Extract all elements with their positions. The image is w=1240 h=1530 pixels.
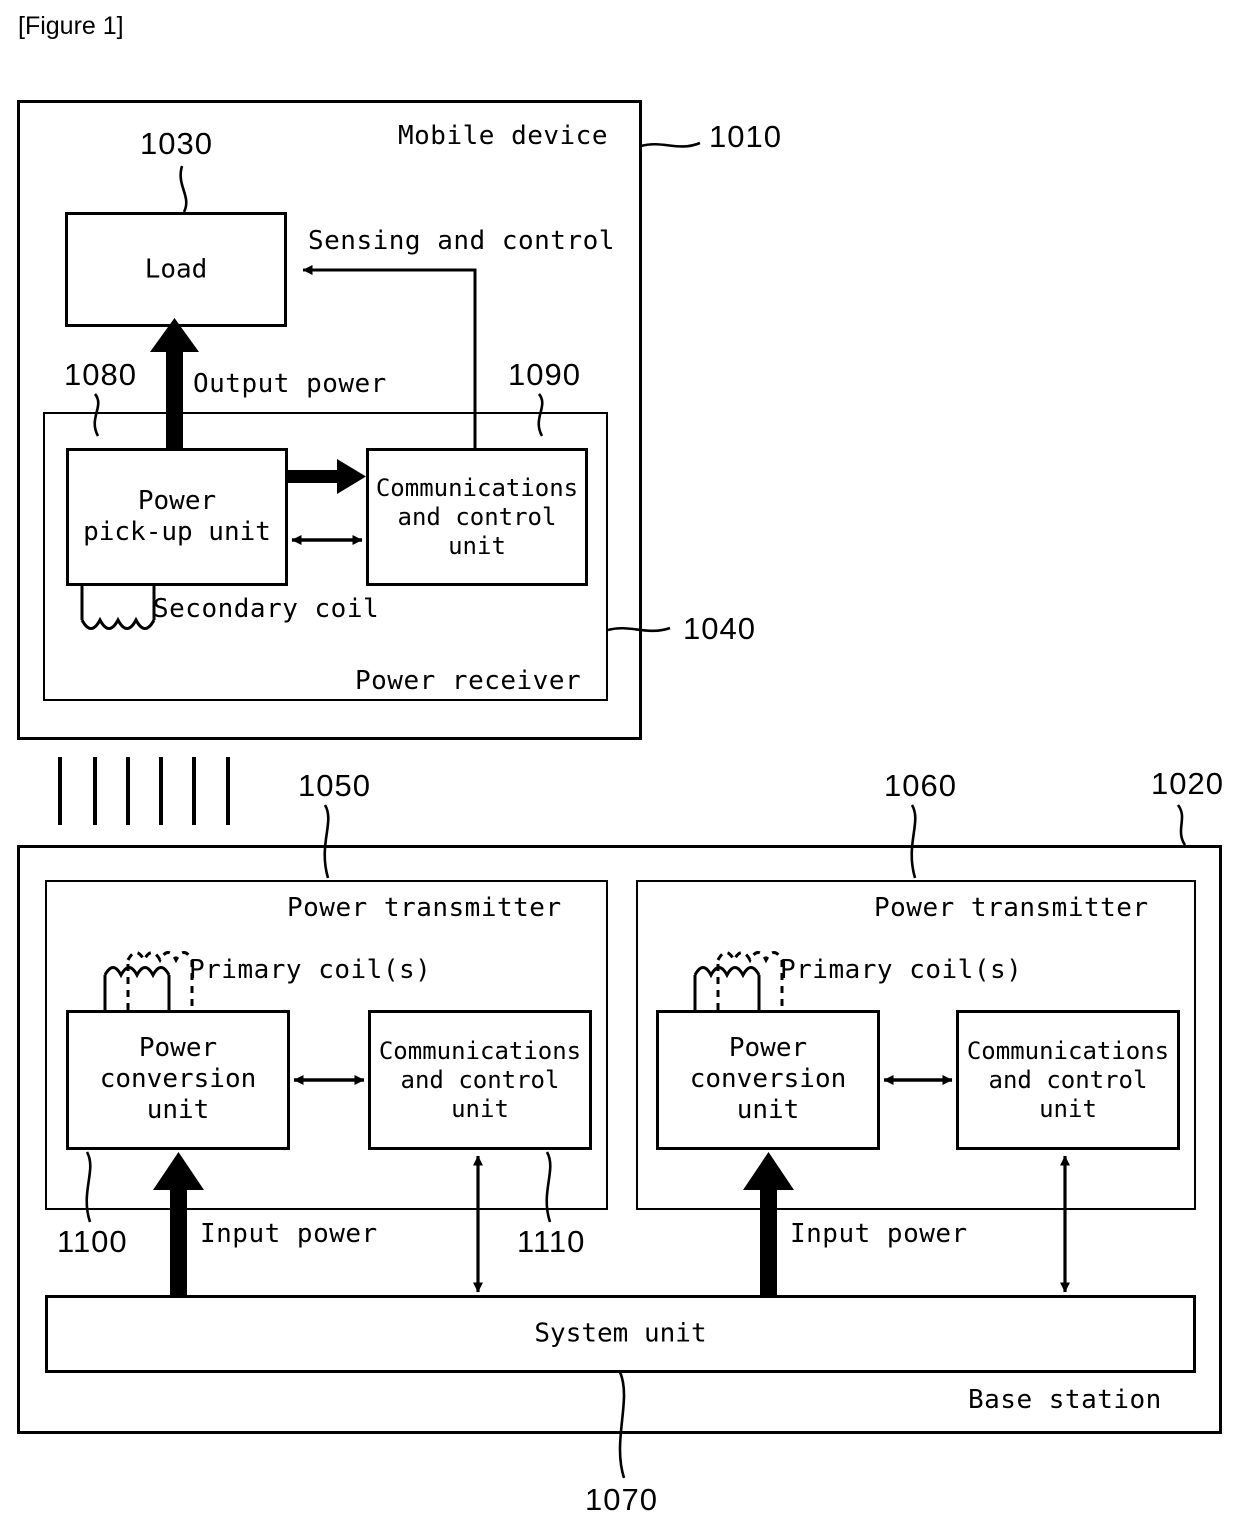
base-station-title: Base station bbox=[968, 1385, 1162, 1415]
power-conversion-unit-right-label: Power conversion unit bbox=[659, 1033, 877, 1127]
transmitter-left-communications-label: Communications and control unit bbox=[371, 1037, 589, 1123]
power-pickup-unit-line1: Power bbox=[137, 485, 217, 516]
secondary-coil-label: Secondary coil bbox=[153, 594, 380, 624]
transmitter-right-communications-unit-box: Communications and control unit bbox=[956, 1010, 1180, 1150]
primary-coil-right-label: Primary coil(s) bbox=[780, 955, 1023, 985]
separator-tick-2 bbox=[93, 757, 97, 825]
power-pickup-unit-label: Power pick-up unit bbox=[69, 486, 285, 548]
figure-title: [Figure 1] bbox=[18, 12, 124, 40]
load-label: Load bbox=[144, 253, 208, 284]
transmitter-left-comm-line1: Communications bbox=[378, 1036, 582, 1065]
transmitter-right-comm-line1: Communications bbox=[966, 1036, 1170, 1065]
ref-1080: 1080 bbox=[64, 357, 137, 392]
power-receiver-title: Power receiver bbox=[355, 666, 582, 696]
power-conversion-unit-left-box: Power conversion unit bbox=[66, 1010, 290, 1150]
power-conversion-unit-right-box: Power conversion unit bbox=[656, 1010, 880, 1150]
power-transmitter-right-title: Power transmitter bbox=[874, 893, 1149, 923]
sensing-and-control-label: Sensing and control bbox=[308, 226, 615, 256]
system-unit-label: System unit bbox=[534, 1318, 707, 1349]
ref-1020: 1020 bbox=[1151, 766, 1224, 801]
ref-1060: 1060 bbox=[884, 768, 957, 803]
ref-1100: 1100 bbox=[57, 1224, 128, 1259]
leader-line-1010 bbox=[640, 141, 701, 148]
transmitter-right-communications-label: Communications and control unit bbox=[959, 1037, 1177, 1123]
leader-line-1020 bbox=[1176, 804, 1187, 846]
transmitter-left-comm-line2: and control unit bbox=[400, 1065, 560, 1123]
power-conversion-right-line1: Power bbox=[728, 1033, 808, 1064]
power-pickup-unit-line2: pick-up unit bbox=[83, 517, 271, 547]
power-conversion-right-line2: conversion unit bbox=[689, 1064, 847, 1126]
separator-tick-5 bbox=[192, 757, 196, 825]
ref-1030: 1030 bbox=[140, 126, 213, 161]
ref-1040: 1040 bbox=[683, 611, 756, 646]
receiver-communications-line1: Communications bbox=[375, 473, 579, 502]
separator-tick-3 bbox=[126, 757, 130, 825]
system-unit-box: System unit bbox=[45, 1295, 1196, 1373]
separator-tick-1 bbox=[58, 757, 62, 825]
power-conversion-left-line1: Power bbox=[138, 1033, 218, 1064]
receiver-communications-unit-label: Communications and control unit bbox=[369, 474, 585, 560]
receiver-communications-unit-box: Communications and control unit bbox=[366, 448, 588, 586]
load-box: Load bbox=[65, 212, 287, 327]
receiver-communications-line2: and control unit bbox=[397, 502, 557, 560]
output-power-label: Output power bbox=[193, 369, 387, 399]
separator-tick-4 bbox=[159, 757, 163, 825]
ref-1010: 1010 bbox=[709, 119, 782, 154]
ref-1070: 1070 bbox=[585, 1482, 658, 1517]
transmitter-right-comm-line2: and control unit bbox=[988, 1065, 1148, 1123]
mobile-device-title: Mobile device bbox=[398, 121, 608, 151]
ref-1090: 1090 bbox=[508, 357, 581, 392]
transmitter-left-communications-unit-box: Communications and control unit bbox=[368, 1010, 592, 1150]
power-conversion-left-line2: conversion unit bbox=[99, 1064, 257, 1126]
power-conversion-unit-left-label: Power conversion unit bbox=[69, 1033, 287, 1127]
input-power-right-label: Input power bbox=[790, 1219, 968, 1249]
power-transmitter-left-title: Power transmitter bbox=[287, 893, 562, 923]
primary-coil-left-label: Primary coil(s) bbox=[189, 955, 432, 985]
power-pickup-unit-box: Power pick-up unit bbox=[66, 448, 288, 586]
figure-canvas: [Figure 1] Mobile device 1010 Load 1030 … bbox=[0, 0, 1240, 1530]
input-power-left-label: Input power bbox=[200, 1219, 378, 1249]
ref-1050: 1050 bbox=[298, 768, 371, 803]
separator-tick-6 bbox=[226, 757, 230, 825]
ref-1110: 1110 bbox=[517, 1224, 586, 1259]
